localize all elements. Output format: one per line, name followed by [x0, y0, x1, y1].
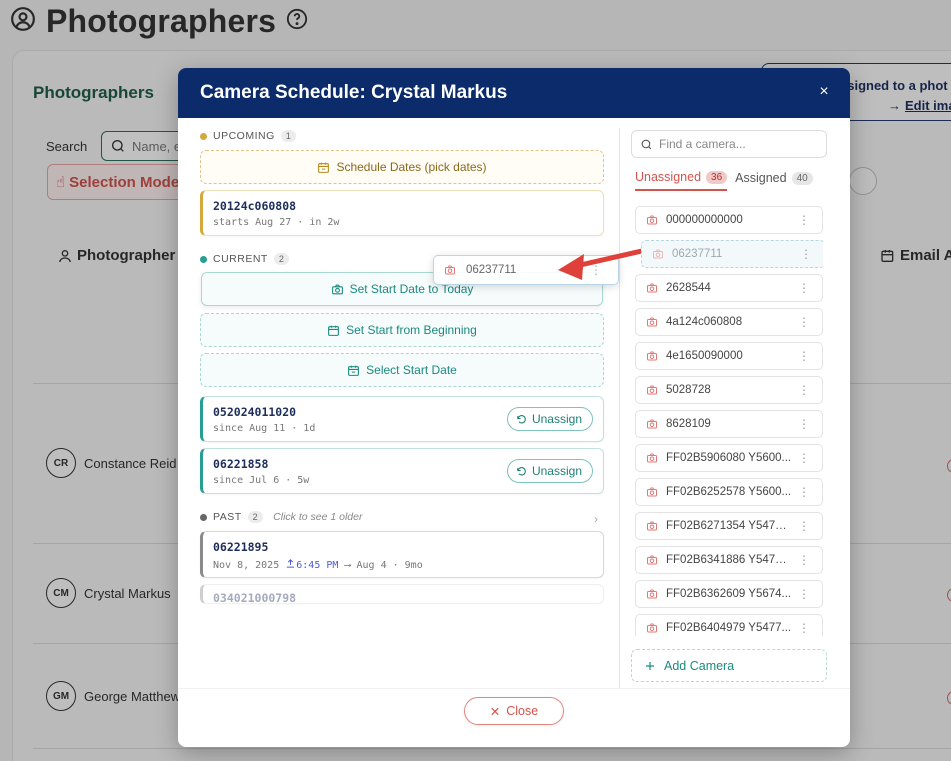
- camera-schedule-modal: Camera Schedule: Crystal Markus × UPCOMI…: [178, 68, 850, 747]
- camera-icon: [647, 453, 657, 463]
- upload-icon: [287, 559, 295, 568]
- kebab-icon[interactable]: ⋮: [798, 519, 810, 533]
- tab-assigned[interactable]: Assigned 40: [735, 170, 813, 191]
- undo-icon: [517, 466, 526, 475]
- kebab-icon[interactable]: ⋮: [798, 213, 810, 227]
- schedule-card-upcoming[interactable]: 20124c060808 starts Aug 27 · in 2w: [200, 190, 604, 236]
- tab-unassigned[interactable]: Unassigned 36: [635, 170, 728, 191]
- schedule-dates-button[interactable]: Schedule Dates (pick dates): [200, 150, 604, 184]
- kebab-icon[interactable]: ⋮: [798, 485, 810, 499]
- schedule-card-current[interactable]: 052024011020 since Aug 11 · 1d Unassign: [200, 396, 604, 442]
- camera-list-item-dragging[interactable]: 06237711 ⋮: [641, 240, 823, 268]
- camera-list-item[interactable]: FF02B6252578 Y5600... ⋮: [635, 478, 823, 506]
- camera-list-item[interactable]: FF02B6404979 Y5477... ⋮: [635, 614, 823, 636]
- footer-divider: [178, 688, 850, 689]
- camera-list[interactable]: 000000000000 ⋮ 06237711 ⋮ 2628544 ⋮ 4a12…: [635, 206, 823, 636]
- camera-icon: [647, 419, 657, 429]
- schedule-card-past[interactable]: 034021000798: [200, 584, 604, 604]
- kebab-icon[interactable]: ⋮: [798, 383, 810, 397]
- select-start-date-button[interactable]: Select Start Date: [200, 353, 604, 387]
- count-badge: 36: [706, 170, 728, 184]
- kebab-icon[interactable]: ⋮: [800, 247, 812, 261]
- modal-header: Camera Schedule: Crystal Markus ×: [178, 68, 850, 118]
- camera-list-item[interactable]: 4a124c060808 ⋮: [635, 308, 823, 336]
- kebab-icon[interactable]: ⋮: [798, 587, 810, 601]
- section-current-label: CURRENT 2: [200, 253, 290, 265]
- section-past-label[interactable]: PAST 2 Click to see 1 older: [200, 511, 362, 523]
- count-badge: 40: [791, 171, 813, 185]
- plus-icon: [646, 661, 654, 670]
- camera-icon: [445, 265, 455, 275]
- camera-list-item[interactable]: 5028728 ⋮: [635, 376, 823, 404]
- camera-list-item[interactable]: FF02B6271354 Y54772 ... ⋮: [635, 512, 823, 540]
- close-button[interactable]: ✕ Close: [464, 697, 564, 725]
- camera-icon: [647, 385, 657, 395]
- undo-icon: [517, 414, 526, 423]
- section-upcoming-label: UPCOMING 1: [200, 130, 297, 142]
- camera-id: 20124c060808: [213, 199, 297, 213]
- camera-list-item[interactable]: 4e1650090000 ⋮: [635, 342, 823, 370]
- close-icon[interactable]: ×: [814, 82, 834, 102]
- kebab-icon[interactable]: ⋮: [798, 417, 810, 431]
- camera-icon: [647, 521, 657, 531]
- calendar-icon: [348, 365, 360, 376]
- calendar-icon: [328, 325, 340, 336]
- unassign-button[interactable]: Unassign: [506, 407, 593, 431]
- kebab-icon[interactable]: ⋮: [798, 451, 810, 465]
- time-stamp: 6:45 PM: [285, 559, 344, 571]
- camera-icon: [647, 317, 657, 327]
- close-icon: ✕: [489, 704, 501, 719]
- camera-id: 06221895: [213, 540, 269, 554]
- status-dot: [200, 132, 207, 140]
- schedule-card-past[interactable]: 06221895 Nov 8, 2025 6:45 PM ⟶ Aug 4 · 9…: [200, 531, 604, 578]
- camera-icon: [647, 555, 657, 565]
- chevron-right-icon[interactable]: ›: [594, 512, 598, 526]
- set-start-beginning-button[interactable]: Set Start from Beginning: [200, 313, 604, 347]
- schedule-range: Nov 8, 2025 6:45 PM ⟶ Aug 4 · 9mo: [213, 559, 423, 571]
- camera-icon: [647, 215, 657, 225]
- count-badge: 2: [247, 511, 264, 523]
- schedule-card-current[interactable]: 06221858 since Jul 6 · 5w Unassign: [200, 448, 604, 494]
- camera-icon: [647, 623, 657, 633]
- add-camera-button[interactable]: Add Camera: [631, 649, 827, 682]
- kebab-icon[interactable]: ⋮: [798, 553, 810, 567]
- camera-list-item[interactable]: 000000000000 ⋮: [635, 206, 823, 234]
- find-camera-input[interactable]: Find a camera...: [631, 130, 827, 158]
- camera-icon: [647, 351, 657, 361]
- column-divider: [619, 128, 620, 688]
- count-badge: 2: [273, 253, 290, 265]
- status-dot: [200, 513, 207, 521]
- camera-icon: [647, 589, 657, 599]
- unassign-button[interactable]: Unassign: [506, 459, 593, 483]
- kebab-icon[interactable]: ⋮: [798, 281, 810, 295]
- camera-list-item[interactable]: 2628544 ⋮: [635, 274, 823, 302]
- status-dot: [200, 255, 207, 263]
- kebab-icon[interactable]: ⋮: [798, 621, 810, 635]
- search-icon: [641, 139, 652, 149]
- kebab-icon[interactable]: ⋮: [798, 315, 810, 329]
- camera-id: 034021000798: [213, 591, 297, 604]
- camera-icon: [331, 284, 343, 294]
- camera-list-item[interactable]: FF02B6341886 Y54772... ⋮: [635, 546, 823, 574]
- camera-list-item[interactable]: FF02B5906080 Y5600... ⋮: [635, 444, 823, 472]
- camera-tabs: Unassigned 36 Assigned 40: [635, 170, 813, 191]
- show-older-hint[interactable]: Click to see 1 older: [273, 511, 362, 523]
- camera-icon: [647, 487, 657, 497]
- camera-list-item[interactable]: FF02B6362609 Y5674... ⋮: [635, 580, 823, 608]
- calendar-icon: [318, 162, 330, 173]
- count-badge: 1: [280, 130, 297, 142]
- modal-title: Camera Schedule: Crystal Markus: [200, 82, 508, 103]
- camera-list-item[interactable]: 8628109 ⋮: [635, 410, 823, 438]
- schedule-range: starts Aug 27 · in 2w: [213, 217, 340, 228]
- camera-icon: [653, 249, 663, 259]
- kebab-icon[interactable]: ⋮: [798, 349, 810, 363]
- camera-icon: [647, 283, 657, 293]
